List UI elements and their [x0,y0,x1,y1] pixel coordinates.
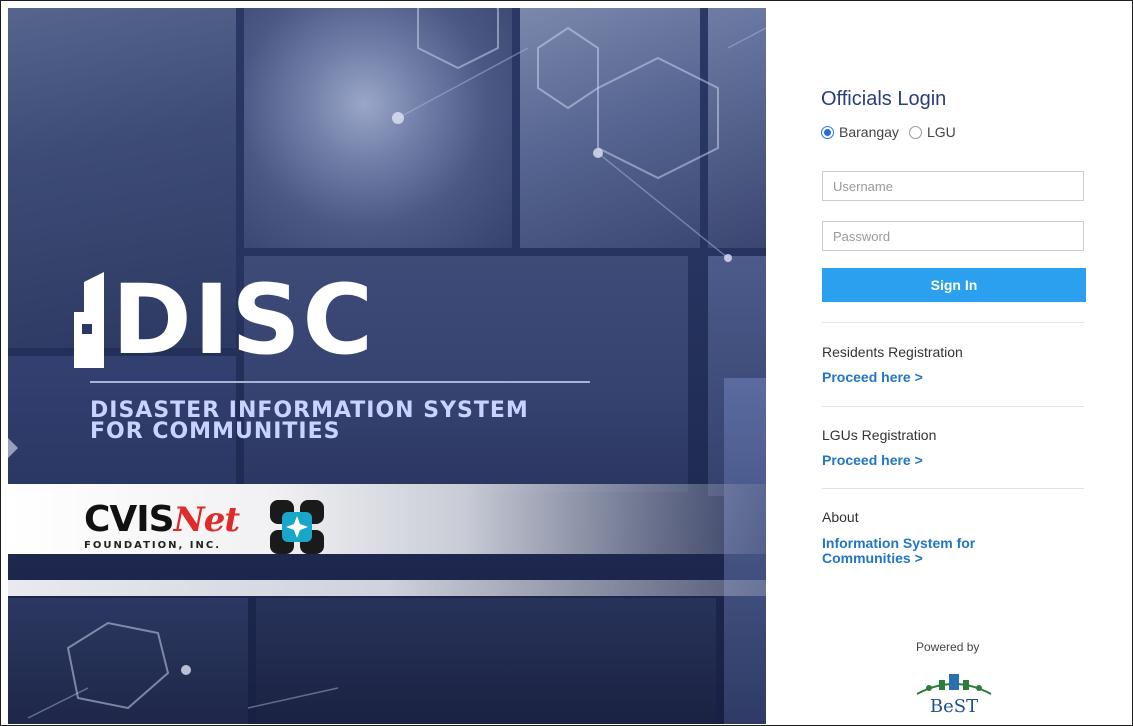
username-input[interactable] [822,171,1084,201]
divider [822,322,1084,323]
lgus-registration-link[interactable]: Proceed here > [822,453,923,468]
best-logo-text: BeST [930,696,978,717]
about-link[interactable]: Information System for Communities > [822,536,1022,566]
radio-lgu[interactable] [908,125,922,139]
cvisnet-logo-net: Net [173,500,240,540]
cvisnet-logo-subtitle: FOUNDATION, INC. [84,540,222,551]
tagline: DISASTER INFORMATION SYSTEM FOR COMMUNIT… [90,398,529,444]
lgus-registration-label: LGUs Registration [822,427,937,443]
residents-registration-label: Residents Registration [822,344,963,360]
password-input[interactable] [822,221,1084,251]
page-title: Officials Login [821,88,947,110]
powered-by-label: Powered by [916,640,980,654]
tagline-line-2: FOR COMMUNITIES [90,419,341,444]
logo-divider [90,381,590,383]
hero-banner: DISC DISASTER INFORMATION SYSTEM FOR COM… [8,8,766,724]
partner-emblem-icon [270,500,324,554]
radio-barangay-label[interactable]: Barangay [839,124,899,140]
residents-registration-link[interactable]: Proceed here > [822,370,923,385]
tagline-line-1: DISASTER INFORMATION SYSTEM [90,398,529,423]
best-logo: BeST [916,674,992,717]
login-type-radio-group: Barangay LGU [821,124,966,140]
radio-lgu-label[interactable]: LGU [927,124,956,140]
divider [822,406,1084,407]
divider [822,488,1084,489]
about-label: About [822,509,859,525]
cvisnet-logo: CVISNet FOUNDATION, INC. [84,499,240,552]
radio-barangay[interactable] [821,125,834,139]
disc-logo-text: DISC [112,264,375,376]
cvisnet-logo-main: CVIS [84,499,175,540]
sign-in-button[interactable]: Sign In [822,268,1086,302]
decorative-stripe [8,580,766,596]
